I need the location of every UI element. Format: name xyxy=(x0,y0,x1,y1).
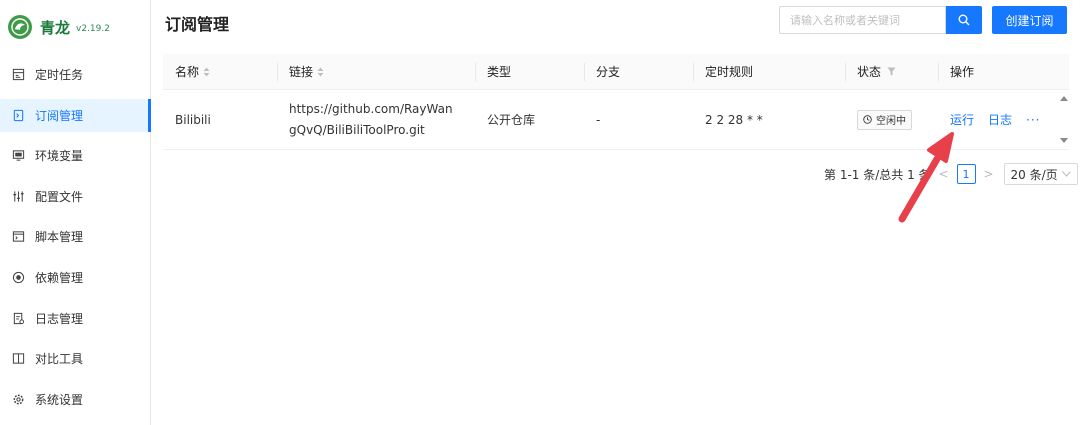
sidebar-item-label: 对比工具 xyxy=(35,352,84,367)
cell-schedule: 2 2 28 * * xyxy=(705,112,763,127)
create-subscription-button[interactable]: 创建订阅 xyxy=(992,6,1067,34)
app-version: v2.19.2 xyxy=(76,24,110,34)
status-badge: 空闲中 xyxy=(857,109,912,130)
column-header-url[interactable]: 链接 xyxy=(277,54,475,89)
search-button[interactable] xyxy=(946,6,982,34)
table-row: Bilibili https://github.com/RayWangQvQ/B… xyxy=(163,90,1069,150)
cell-branch: - xyxy=(596,112,601,127)
sidebar-item-label: 日志管理 xyxy=(35,311,84,326)
chevron-down-icon xyxy=(1061,171,1071,177)
page-title: 订阅管理 xyxy=(165,15,230,34)
sort-icon xyxy=(203,67,210,77)
sidebar-item-scripts[interactable]: 脚本管理 xyxy=(0,220,150,253)
cell-name: Bilibili xyxy=(175,112,211,127)
column-header-actions: 操作 xyxy=(938,54,1069,89)
more-actions-icon[interactable]: ··· xyxy=(1026,113,1040,127)
sidebar-item-label: 环境变量 xyxy=(35,149,84,164)
cell-type: 公开仓库 xyxy=(487,113,536,127)
sidebar-item-logs[interactable]: 日志管理 xyxy=(0,302,150,335)
filter-icon[interactable] xyxy=(887,67,896,76)
sidebar-item-label: 依赖管理 xyxy=(35,270,84,285)
page-size-select[interactable]: 20 条/页 xyxy=(1003,163,1078,185)
sidebar-item-config-files[interactable]: 配置文件 xyxy=(0,180,150,213)
sidebar-item-cron-tasks[interactable]: 定时任务 xyxy=(0,58,150,91)
sidebar-item-label: 脚本管理 xyxy=(35,230,84,245)
next-page-icon[interactable]: > xyxy=(982,167,996,181)
schedule-icon xyxy=(12,68,25,81)
scroll-down-arrow[interactable] xyxy=(1060,138,1068,143)
log-button[interactable]: 日志 xyxy=(988,111,1012,128)
sidebar-item-label: 配置文件 xyxy=(35,189,84,204)
pagination: 第 1-1 条/总共 1 条 < 1 > 20 条/页 xyxy=(824,163,1078,185)
sidebar-nav: 定时任务 订阅管理 环境变量 配置文件 脚本管理 依赖管理 日志管理 对比工具 … xyxy=(0,58,151,416)
page-item-current[interactable]: 1 xyxy=(956,164,976,184)
column-header-type: 类型 xyxy=(475,54,584,89)
subscription-url: https://github.com/RayWangQvQ/BiliBiliTo… xyxy=(289,101,453,137)
log-file-icon xyxy=(12,312,25,325)
column-header-schedule: 定时规则 xyxy=(693,54,845,89)
monitor-icon xyxy=(12,149,25,162)
clock-icon xyxy=(863,115,872,124)
sidebar-item-diff-tool[interactable]: 对比工具 xyxy=(0,342,150,375)
column-header-name[interactable]: 名称 xyxy=(163,54,277,89)
app-name: 青龙 xyxy=(40,18,71,37)
sidebar-item-settings[interactable]: 系统设置 xyxy=(0,383,150,416)
cell-status: 空闲中 xyxy=(845,90,938,149)
diff-icon xyxy=(12,352,25,365)
sort-icon xyxy=(317,67,324,77)
sidebar-item-subscriptions[interactable]: 订阅管理 xyxy=(0,98,151,132)
sidebar-item-label: 系统设置 xyxy=(35,392,84,407)
subscription-table: 名称 链接 类型 分支 定时规则 状态 操作 Bilibili https://… xyxy=(163,54,1069,150)
scroll-up-arrow[interactable] xyxy=(1060,96,1068,101)
subscription-icon xyxy=(12,109,25,122)
sidebar-item-label: 订阅管理 xyxy=(35,108,84,123)
search-icon xyxy=(958,14,970,26)
sidebar-item-env-vars[interactable]: 环境变量 xyxy=(0,139,150,172)
pagination-summary: 第 1-1 条/总共 1 条 xyxy=(824,167,931,182)
search-input[interactable] xyxy=(779,6,946,34)
column-header-branch: 分支 xyxy=(584,54,693,89)
sidebar-item-dependencies[interactable]: 依赖管理 xyxy=(0,261,150,294)
cell-url: https://github.com/RayWangQvQ/BiliBiliTo… xyxy=(277,90,475,149)
code-window-icon xyxy=(12,230,25,243)
brand: 青龙 v2.19.2 xyxy=(0,0,150,54)
dependency-icon xyxy=(12,271,25,284)
column-header-status[interactable]: 状态 xyxy=(845,54,938,89)
run-button[interactable]: 运行 xyxy=(950,111,974,128)
sidebar: 青龙 v2.19.2 定时任务 订阅管理 环境变量 配置文件 脚本管理 依赖管理… xyxy=(0,0,151,425)
prev-page-icon[interactable]: < xyxy=(937,167,951,181)
sidebar-item-label: 定时任务 xyxy=(35,68,84,82)
table-header: 名称 链接 类型 分支 定时规则 状态 操作 xyxy=(163,54,1069,90)
header: 订阅管理 创建订阅 xyxy=(152,0,1080,42)
gear-icon xyxy=(12,393,25,406)
sliders-icon xyxy=(12,190,25,203)
cell-actions: 运行 日志 ··· xyxy=(938,90,1069,149)
qinglong-logo-icon xyxy=(8,15,32,39)
